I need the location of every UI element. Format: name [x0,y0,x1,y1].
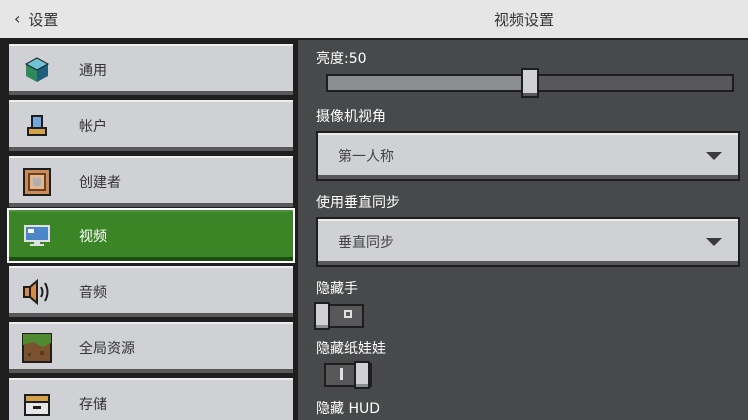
brightness-label: 亮度:50 [316,51,367,67]
speaker-icon [21,276,53,308]
chevron-down-icon [706,238,722,246]
back-label: 设置 [28,10,59,29]
toggle-on-icon [340,368,343,380]
hide-paperdoll-toggle[interactable] [324,361,372,389]
chevron-left-icon: ‹ [14,9,21,28]
sidebar-item-global-resources[interactable]: 全局资源 [7,320,295,375]
toggle-knob [314,302,330,330]
hide-hand-toggle[interactable] [314,302,364,330]
sidebar: 通用 帐户 创建者 视频 音频 全局资源 存储 [0,40,298,420]
header-bar: ‹ 设置 视频设置 [0,0,748,40]
monitor-icon [21,220,53,252]
sidebar-item-label: 帐户 [79,118,107,135]
back-button[interactable]: ‹ 设置 [8,4,64,34]
hide-hud-label: 隐藏 HUD [316,401,381,417]
camera-perspective-label: 摄像机视角 [316,109,386,125]
vsync-value: 垂直同步 [338,235,394,251]
vsync-label: 使用垂直同步 [316,195,400,211]
toggle-knob [354,361,370,389]
sidebar-item-storage[interactable]: 存储 [7,376,295,420]
settings-panel: 亮度:50 摄像机视角 第一人称 使用垂直同步 垂直同步 隐藏手 隐藏纸娃娃 隐… [302,40,748,420]
camera-perspective-value: 第一人称 [338,149,394,165]
hide-paperdoll-label: 隐藏纸娃娃 [316,341,386,357]
command-block-icon [21,166,53,198]
sidebar-item-video[interactable]: 视频 [7,208,295,263]
sidebar-item-creator[interactable]: 创建者 [7,154,295,209]
sidebar-item-label: 创建者 [79,174,121,191]
brightness-slider-fill [328,76,530,90]
chevron-down-icon [706,152,722,160]
sidebar-item-account[interactable]: 帐户 [7,98,295,153]
sidebar-item-label: 音频 [79,284,107,301]
camera-perspective-dropdown[interactable]: 第一人称 [316,131,740,181]
sidebar-item-label: 全局资源 [79,340,135,357]
storage-icon [21,388,53,420]
vsync-dropdown[interactable]: 垂直同步 [316,217,740,267]
grass-block-icon [21,332,53,364]
sidebar-item-label: 通用 [79,62,107,79]
person-icon [21,110,53,142]
sidebar-item-audio[interactable]: 音频 [7,264,295,319]
sidebar-item-label: 视频 [79,228,107,245]
toggle-off-icon [344,310,352,318]
cube-icon [21,54,53,86]
sidebar-item-label: 存储 [79,396,107,413]
brightness-slider-handle[interactable] [521,68,539,98]
hide-hand-label: 隐藏手 [316,281,358,297]
sidebar-item-general[interactable]: 通用 [7,42,295,97]
page-title: 视频设置 [493,10,554,29]
